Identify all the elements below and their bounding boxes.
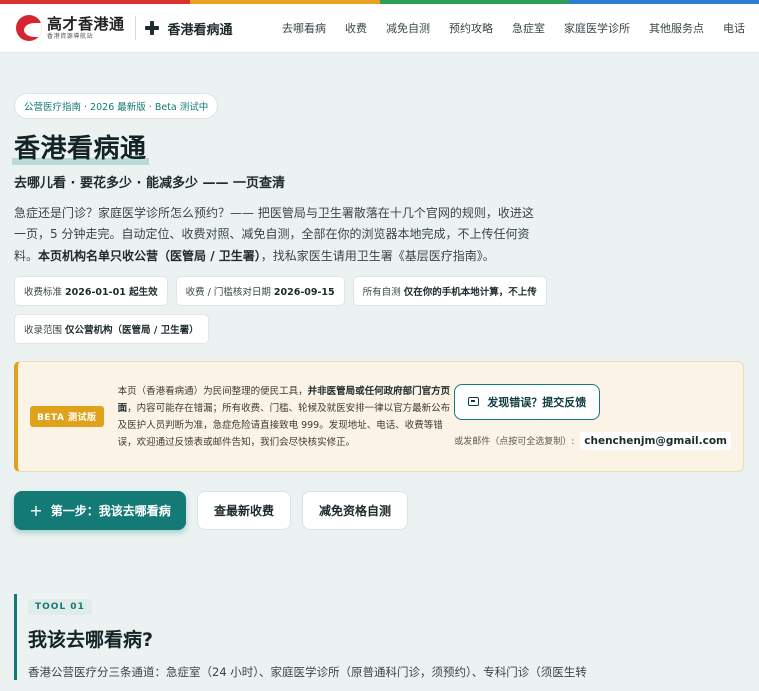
page-title: 香港看病通 <box>12 134 149 165</box>
notice-text-1: 本页（香港看病通）为民间整理的便民工具， <box>117 385 308 397</box>
nav-waiver-test[interactable]: 减免自测 <box>386 20 430 36</box>
action-buttons: + 第一步：我该去哪看病 查最新收费 减免资格自测 <box>14 491 745 531</box>
stripe-red <box>0 0 190 4</box>
info-chips: 收费标准 2026-01-01 起生效 收费 / 门槛核对日期 2026-09-… <box>14 276 574 352</box>
tool-01-section: TOOL 01 我该去哪看病? 香港公营医疗分三条通道：急症室（24 小时）、家… <box>14 594 745 681</box>
brand-subtitle: 香港資源導航站 <box>47 32 94 40</box>
page-subtitle: 去哪儿看 · 要花多少 · 能减多少 —— 一页查清 <box>14 175 286 191</box>
stripe-yellow <box>189 0 380 4</box>
email-row: 或发邮件（点按可全选复制）: chenchenjm@gmail.com <box>454 431 731 450</box>
chip-scope: 收录范围 仅公营机构（医管局 / 卫生署） <box>14 314 209 345</box>
tool-badge: TOOL 01 <box>28 599 92 616</box>
tool-title: 我该去哪看病? <box>28 629 154 652</box>
message-icon <box>468 397 480 407</box>
nav-fees[interactable]: 收费 <box>345 20 367 36</box>
beta-badge: BETA 测试版 <box>30 406 104 428</box>
top-color-stripe <box>0 0 759 4</box>
nav-where-to-see-doctor[interactable]: 去哪看病 <box>282 20 326 36</box>
chip-value: 2026-01-01 起生效 <box>65 287 158 299</box>
step-one-button[interactable]: + 第一步：我该去哪看病 <box>14 491 186 531</box>
plus-icon: + <box>29 501 43 521</box>
step-one-label: 第一步：我该去哪看病 <box>50 504 171 519</box>
latest-fees-button[interactable]: 查最新收费 <box>197 491 292 531</box>
main-nav: 去哪看病 收费 减免自测 预约攻略 急症室 家庭医学诊所 其他服务点 电话 <box>282 20 745 36</box>
email-label: 或发邮件（点按可全选复制）: <box>454 437 575 448</box>
site-header: 高才香港通 香港資源導航站 香港看病通 去哪看病 收费 减免自测 预约攻略 急症… <box>0 4 759 53</box>
chip-label: 所有自测 <box>362 287 404 299</box>
email-address[interactable]: chenchenjm@gmail.com <box>580 431 731 450</box>
chip-local-calc: 所有自测 仅在你的手机本地计算，不上传 <box>352 276 547 307</box>
stripe-blue <box>569 0 759 4</box>
notice-text: 本页（香港看病通）为民间整理的便民工具，并非医管局或任何政府部门官方页面，内容可… <box>118 383 453 451</box>
intro-text-bold: 本页机构名单只收公营（医管局 / 卫生署） <box>38 248 261 263</box>
intro-paragraph: 急症还是门诊？家庭医学诊所怎么预约？—— 把医管局与卫生署散落在十几个官网的规则… <box>14 203 534 268</box>
chip-check-date: 收费 / 门槛核对日期 2026-09-15 <box>175 276 345 307</box>
nav-other-services[interactable]: 其他服务点 <box>649 20 704 36</box>
feedback-button-label: 发现错误？提交反馈 <box>487 395 587 409</box>
chip-value: 仅公营机构（医管局 / 卫生署） <box>65 325 199 337</box>
stripe-green <box>379 0 570 4</box>
guide-pill: 公营医疗指南 · 2026 最新版 · Beta 测试中 <box>14 93 219 119</box>
nav-booking-guide[interactable]: 预约攻略 <box>449 20 493 36</box>
intro-text-2: ，找私家医生请用卫生署《基层医疗指南》。 <box>260 248 495 263</box>
app-name[interactable]: 香港看病通 <box>168 19 233 38</box>
nav-family-clinics[interactable]: 家庭医学诊所 <box>564 20 630 36</box>
notice-text-2: ，内容可能存在错漏；所有收费、门槛、轮候及就医安排一律以官方最新公布及医护人员判… <box>117 402 451 448</box>
feedback-button[interactable]: 发现错误？提交反馈 <box>454 383 601 420</box>
nav-phone[interactable]: 电话 <box>723 20 745 36</box>
nav-emergency[interactable]: 急症室 <box>512 20 545 36</box>
brand-logo[interactable]: 高才香港通 香港資源導航站 <box>16 15 125 41</box>
brand-title: 高才香港通 <box>47 14 125 33</box>
chip-value: 仅在你的手机本地计算，不上传 <box>403 287 537 299</box>
beta-notice: BETA 测试版 本页（香港看病通）为民间整理的便民工具，并非医管局或任何政府部… <box>14 361 744 473</box>
medical-cross-icon <box>144 21 159 35</box>
chip-label: 收录范围 <box>24 325 66 337</box>
chip-fee-standard: 收费标准 2026-01-01 起生效 <box>14 276 168 307</box>
brand-logo-icon <box>16 15 42 41</box>
waiver-test-button[interactable]: 减免资格自测 <box>302 491 409 531</box>
tool-description: 香港公营医疗分三条通道：急症室（24 小时）、家庭医学诊所（原普通科门诊，须预约… <box>28 665 587 680</box>
chip-value: 2026-09-15 <box>273 287 335 299</box>
chip-label: 收费标准 <box>24 287 66 299</box>
chip-label: 收费 / 门槛核对日期 <box>185 287 274 299</box>
main-content: 公营医疗指南 · 2026 最新版 · Beta 测试中 香港看病通 去哪儿看 … <box>0 53 759 681</box>
brand-divider <box>134 16 136 40</box>
